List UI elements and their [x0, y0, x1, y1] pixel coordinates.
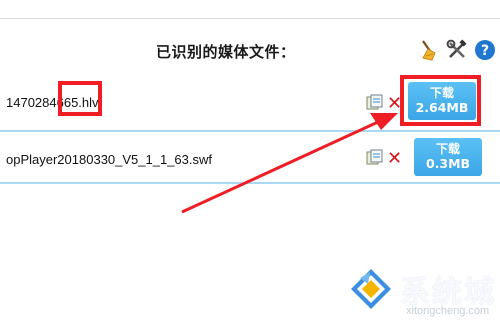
watermark-url: xitongcheng.com	[406, 305, 490, 317]
watermark-logo-icon	[351, 269, 391, 309]
